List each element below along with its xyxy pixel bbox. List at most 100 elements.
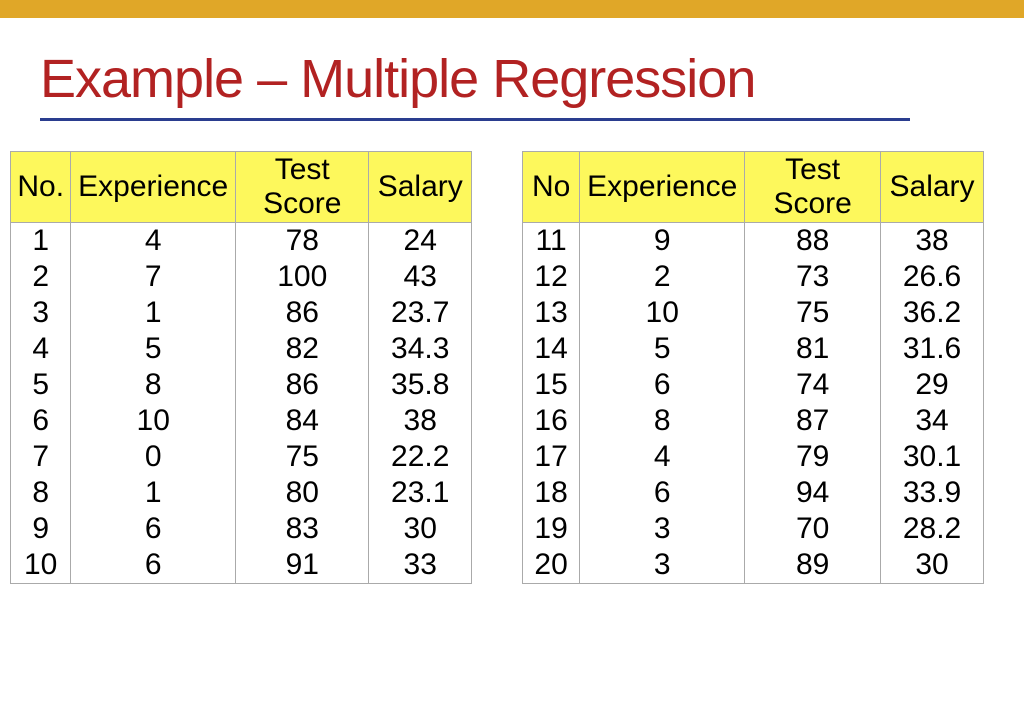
cell-test: 84 xyxy=(236,403,369,439)
table-row: 1567429 xyxy=(523,367,984,403)
cell-exp: 7 xyxy=(71,259,236,295)
cell-no: 20 xyxy=(523,547,580,584)
col-header-no: No. xyxy=(11,152,71,223)
cell-sal: 36.2 xyxy=(881,295,984,331)
table-row: 1458131.6 xyxy=(523,331,984,367)
table-row: 2038930 xyxy=(523,547,984,584)
table-row: 1869433.9 xyxy=(523,475,984,511)
cell-exp: 4 xyxy=(71,223,236,260)
cell-sal: 28.2 xyxy=(881,511,984,547)
cell-exp: 1 xyxy=(71,475,236,511)
cell-exp: 3 xyxy=(580,511,745,547)
table-row: 1198838 xyxy=(523,223,984,260)
cell-sal: 22.2 xyxy=(369,439,472,475)
col-header-sal: Salary xyxy=(881,152,984,223)
cell-test: 88 xyxy=(745,223,881,260)
cell-exp: 6 xyxy=(580,367,745,403)
cell-exp: 8 xyxy=(580,403,745,439)
data-table-right: No Experience Test Score Salary 11988381… xyxy=(522,151,984,584)
cell-sal: 43 xyxy=(369,259,472,295)
table-row: 458234.3 xyxy=(11,331,472,367)
cell-test: 70 xyxy=(745,511,881,547)
cell-no: 13 xyxy=(523,295,580,331)
cell-sal: 30.1 xyxy=(881,439,984,475)
table-row: 2710043 xyxy=(11,259,472,295)
cell-exp: 3 xyxy=(580,547,745,584)
cell-test: 73 xyxy=(745,259,881,295)
table-row: 968330 xyxy=(11,511,472,547)
table-row: 6108438 xyxy=(11,403,472,439)
cell-exp: 10 xyxy=(71,403,236,439)
cell-exp: 4 xyxy=(580,439,745,475)
cell-sal: 30 xyxy=(881,547,984,584)
cell-sal: 34 xyxy=(881,403,984,439)
cell-exp: 8 xyxy=(71,367,236,403)
cell-sal: 35.8 xyxy=(369,367,472,403)
cell-sal: 38 xyxy=(369,403,472,439)
cell-no: 15 xyxy=(523,367,580,403)
cell-no: 12 xyxy=(523,259,580,295)
cell-no: 14 xyxy=(523,331,580,367)
table-row: 1227326.6 xyxy=(523,259,984,295)
cell-no: 7 xyxy=(11,439,71,475)
cell-sal: 23.7 xyxy=(369,295,472,331)
table-row: 1937028.2 xyxy=(523,511,984,547)
cell-test: 87 xyxy=(745,403,881,439)
cell-test: 74 xyxy=(745,367,881,403)
cell-no: 18 xyxy=(523,475,580,511)
cell-test: 79 xyxy=(745,439,881,475)
cell-test: 86 xyxy=(236,295,369,331)
cell-exp: 5 xyxy=(580,331,745,367)
cell-no: 5 xyxy=(11,367,71,403)
col-header-no: No xyxy=(523,152,580,223)
cell-no: 17 xyxy=(523,439,580,475)
cell-no: 19 xyxy=(523,511,580,547)
cell-no: 2 xyxy=(11,259,71,295)
cell-test: 78 xyxy=(236,223,369,260)
table-row: 147824 xyxy=(11,223,472,260)
cell-test: 91 xyxy=(236,547,369,584)
table-row: 1688734 xyxy=(523,403,984,439)
cell-no: 1 xyxy=(11,223,71,260)
title-underline xyxy=(40,118,910,121)
cell-sal: 26.6 xyxy=(881,259,984,295)
slide-content: Example – Multiple Regression No. Experi… xyxy=(0,18,1024,584)
cell-test: 83 xyxy=(236,511,369,547)
col-header-exp: Experience xyxy=(580,152,745,223)
data-table-left: No. Experience Test Score Salary 1478242… xyxy=(10,151,472,584)
cell-sal: 34.3 xyxy=(369,331,472,367)
col-header-test: Test Score xyxy=(236,152,369,223)
cell-test: 80 xyxy=(236,475,369,511)
cell-no: 3 xyxy=(11,295,71,331)
cell-sal: 38 xyxy=(881,223,984,260)
cell-exp: 6 xyxy=(71,511,236,547)
cell-test: 75 xyxy=(745,295,881,331)
cell-no: 9 xyxy=(11,511,71,547)
cell-test: 89 xyxy=(745,547,881,584)
cell-test: 94 xyxy=(745,475,881,511)
tables-container: No. Experience Test Score Salary 1478242… xyxy=(10,151,984,584)
cell-exp: 0 xyxy=(71,439,236,475)
table-row: 13107536.2 xyxy=(523,295,984,331)
table-row: 318623.7 xyxy=(11,295,472,331)
col-header-test: Test Score xyxy=(745,152,881,223)
table-body-right: 11988381227326.613107536.21458131.615674… xyxy=(523,223,984,584)
cell-exp: 10 xyxy=(580,295,745,331)
col-header-sal: Salary xyxy=(369,152,472,223)
cell-exp: 1 xyxy=(71,295,236,331)
cell-no: 11 xyxy=(523,223,580,260)
cell-no: 8 xyxy=(11,475,71,511)
cell-no: 16 xyxy=(523,403,580,439)
slide-top-accent xyxy=(0,0,1024,18)
page-title: Example – Multiple Regression xyxy=(40,48,984,110)
cell-sal: 24 xyxy=(369,223,472,260)
cell-sal: 33 xyxy=(369,547,472,584)
table-body-left: 1478242710043318623.7458234.3588635.8610… xyxy=(11,223,472,584)
table-row: 707522.2 xyxy=(11,439,472,475)
cell-no: 4 xyxy=(11,331,71,367)
cell-exp: 6 xyxy=(580,475,745,511)
cell-sal: 30 xyxy=(369,511,472,547)
cell-sal: 33.9 xyxy=(881,475,984,511)
cell-sal: 31.6 xyxy=(881,331,984,367)
table-row: 818023.1 xyxy=(11,475,472,511)
